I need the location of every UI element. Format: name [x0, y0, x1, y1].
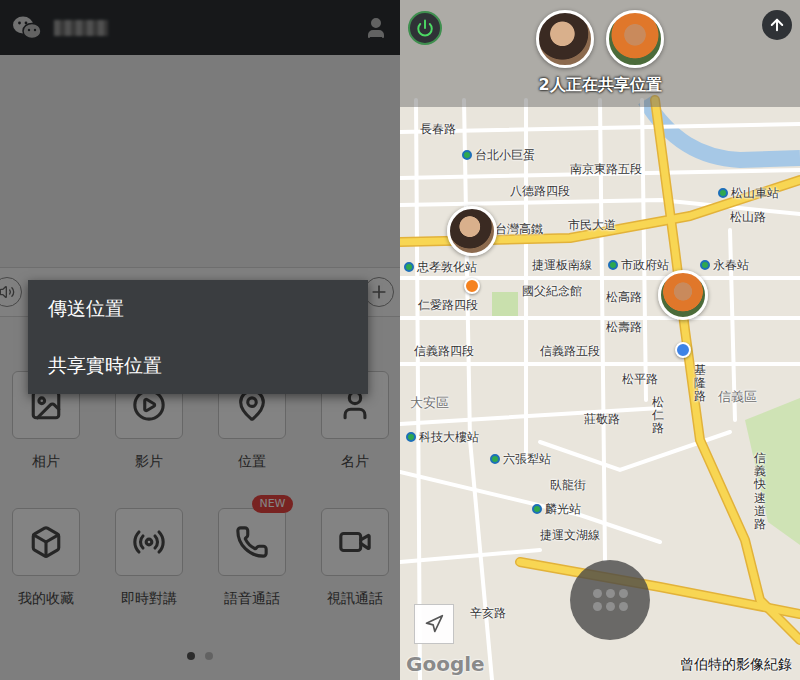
- avatar-row: [536, 10, 664, 68]
- district-label: 大安區: [410, 396, 449, 410]
- metro-station-icon: [404, 262, 414, 272]
- road-label: 松高路: [606, 290, 642, 304]
- road-label: 信義路五段: [540, 344, 600, 358]
- road-label: 市民大道: [568, 218, 616, 232]
- map-avatar[interactable]: [658, 270, 708, 320]
- road-label: 辛亥路: [470, 606, 506, 620]
- participant-avatar[interactable]: [536, 10, 594, 68]
- map-pane[interactable]: 長春路台北小巨蛋南京東路五段八德路四段松山車站松山路台灣高鐵市民大道忠孝敦化站捷…: [400, 0, 800, 680]
- my-location-button[interactable]: [414, 604, 454, 644]
- participants-group: 2人正在共享位置: [536, 10, 664, 96]
- minimize-button[interactable]: [762, 10, 792, 40]
- road-label: 松平路: [622, 372, 658, 386]
- district-label: 信義區: [718, 390, 757, 404]
- station-label: 忠孝敦化站: [404, 260, 477, 274]
- road-label: 基隆路: [694, 364, 706, 404]
- metro-station-icon: [490, 454, 500, 464]
- location-menu: 傳送位置共享實時位置: [28, 280, 368, 394]
- road-label: 國父紀念館: [522, 284, 582, 298]
- station-label: 台北小巨蛋: [462, 148, 535, 162]
- road-label: 八德路四段: [510, 184, 570, 198]
- station-label: 科技大樓站: [406, 430, 479, 444]
- station-label: 永春站: [700, 258, 749, 272]
- road-label: 台灣高鐵: [495, 222, 543, 236]
- road-label: 莊敬路: [584, 412, 620, 426]
- sharing-status: 2人正在共享位置: [538, 75, 661, 96]
- road-label: 南京東路五段: [570, 162, 642, 176]
- road-label: 捷運板南線: [532, 258, 592, 272]
- participant-avatar[interactable]: [606, 10, 664, 68]
- share-top-bar: 2人正在共享位置: [400, 0, 800, 107]
- road-label: 臥龍街: [550, 478, 586, 492]
- station-label: 麟光站: [532, 502, 581, 516]
- menu-item[interactable]: 共享實時位置: [28, 337, 368, 394]
- screen: 相片影片位置名片我的收藏即時對講NEW語音通話視訊通話傳送位置共享實時位置長春路…: [0, 0, 800, 680]
- road-label: 信義快速道路: [754, 452, 766, 531]
- road-label: 松仁路: [652, 396, 664, 436]
- navigation-arrow-icon: [424, 614, 444, 634]
- grid-dots-icon: [593, 589, 628, 611]
- road-label: 長春路: [420, 122, 456, 136]
- road-label: 松山路: [730, 210, 766, 224]
- watermark: 曾伯特的影像紀錄: [680, 656, 792, 674]
- map-avatar[interactable]: [447, 206, 497, 256]
- chat-pane: 相片影片位置名片我的收藏即時對講NEW語音通話視訊通話傳送位置共享實時位置: [0, 0, 400, 680]
- metro-station-icon: [462, 150, 472, 160]
- station-label: 六張犁站: [490, 452, 551, 466]
- location-pin[interactable]: [464, 278, 480, 294]
- menu-item[interactable]: 傳送位置: [28, 280, 368, 337]
- road-label: 捷運文湖線: [540, 528, 600, 542]
- google-attribution: Google: [406, 652, 485, 676]
- road-label: 松壽路: [606, 320, 642, 334]
- metro-station-icon: [718, 188, 728, 198]
- stop-sharing-button[interactable]: [408, 11, 442, 45]
- metro-station-icon: [532, 504, 542, 514]
- road-label: 信義路四段: [414, 344, 474, 358]
- metro-station-icon: [700, 260, 710, 270]
- station-label: 市政府站: [608, 258, 669, 272]
- location-pin[interactable]: [675, 342, 691, 358]
- metro-station-icon: [608, 260, 618, 270]
- metro-station-icon: [406, 432, 416, 442]
- road-label: 仁愛路四段: [418, 298, 478, 312]
- station-label: 松山車站: [718, 186, 779, 200]
- power-icon: [416, 19, 434, 37]
- menu-fab-button[interactable]: [570, 560, 650, 640]
- minimize-arrow-icon: [768, 16, 786, 34]
